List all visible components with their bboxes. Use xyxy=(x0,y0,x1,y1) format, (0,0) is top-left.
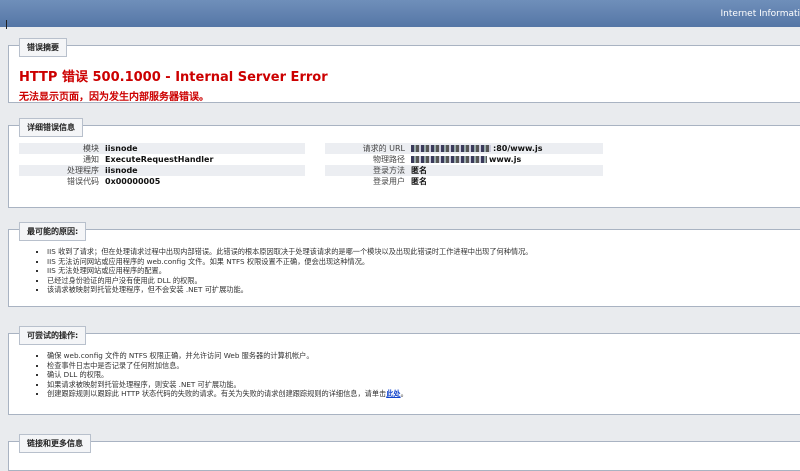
detail-row-requested-url: 请求的 URL :80/www.js xyxy=(325,143,603,154)
actions-list: 确保 web.config 文件的 NTFS 权限正确，并允许访问 Web 服务… xyxy=(29,351,408,399)
causes-list: IIS 收到了请求；但在处理请求过程中出现内部错误。此错误的根本原因取决于处理该… xyxy=(29,247,532,295)
list-item: 确认 DLL 的权限。 xyxy=(47,370,408,380)
detail-row-module: 模块 iisnode xyxy=(19,143,305,154)
list-item: 检查事件日志中是否记录了任何附加信息。 xyxy=(47,361,408,371)
detail-row-error-code: 错误代码 0x00000005 xyxy=(67,177,161,186)
links-more-info-panel: 链接和更多信息 xyxy=(8,434,800,471)
list-item: IIS 收到了请求；但在处理请求过程中出现内部错误。此错误的根本原因取决于处理该… xyxy=(47,247,532,257)
error-summary-heading: 错误摘要 xyxy=(19,38,67,57)
text-cursor xyxy=(6,20,7,29)
things-to-try-heading: 可尝试的操作: xyxy=(19,326,87,345)
list-item: 创建跟踪规则以跟踪此 HTTP 状态代码的失败的请求。有关为失败的请求创建跟踪规… xyxy=(47,389,408,399)
trace-rule-help-link[interactable]: 此处 xyxy=(386,389,400,398)
list-item: 该请求被映射到托管处理程序，但不会安装 .NET 可扩展功能。 xyxy=(47,285,532,295)
error-title: HTTP 错误 500.1000 - Internal Server Error xyxy=(19,70,328,85)
error-details-heading: 详细错误信息 xyxy=(19,118,83,137)
list-item: IIS 无法处理网站或应用程序的配置。 xyxy=(47,266,532,276)
list-item: IIS 无法访问网站或应用程序的 web.config 文件。如果 NTFS 权… xyxy=(47,257,532,267)
error-subtitle: 无法显示页面，因为发生内部服务器错误。 xyxy=(19,92,209,103)
list-item: 确保 web.config 文件的 NTFS 权限正确，并允许访问 Web 服务… xyxy=(47,351,408,361)
detail-row-logon-user: 登录用户 匿名 xyxy=(373,177,427,186)
detail-row-physical-path: 物理路径 www.js xyxy=(373,155,522,164)
things-to-try-panel: 可尝试的操作: 确保 web.config 文件的 NTFS 权限正确，并允许访… xyxy=(8,326,800,415)
error-details-panel: 详细错误信息 模块 iisnode 通知 ExecuteRequestHandl… xyxy=(8,118,800,208)
links-more-info-heading: 链接和更多信息 xyxy=(19,434,91,453)
window-title: Internet Informati xyxy=(720,9,800,19)
redacted-text xyxy=(411,145,491,152)
likely-causes-panel: 最可能的原因: IIS 收到了请求；但在处理请求过程中出现内部错误。此错误的根本… xyxy=(8,222,800,307)
likely-causes-heading: 最可能的原因: xyxy=(19,222,87,241)
browser-title-bar: Internet Informati xyxy=(0,0,800,27)
error-summary-panel: 错误摘要 HTTP 错误 500.1000 - Internal Server … xyxy=(8,38,800,103)
redacted-text xyxy=(411,156,487,163)
detail-row-logon-method: 登录方法 匿名 xyxy=(325,165,603,176)
detail-row-handler: 处理程序 iisnode xyxy=(19,165,305,176)
detail-row-notification: 通知 ExecuteRequestHandler xyxy=(83,155,214,164)
list-item: 已经过身份验证的用户没有使用此 DLL 的权限。 xyxy=(47,276,532,286)
list-item: 如果请求被映射到托管处理程序，则安装 .NET 可扩展功能。 xyxy=(47,380,408,390)
